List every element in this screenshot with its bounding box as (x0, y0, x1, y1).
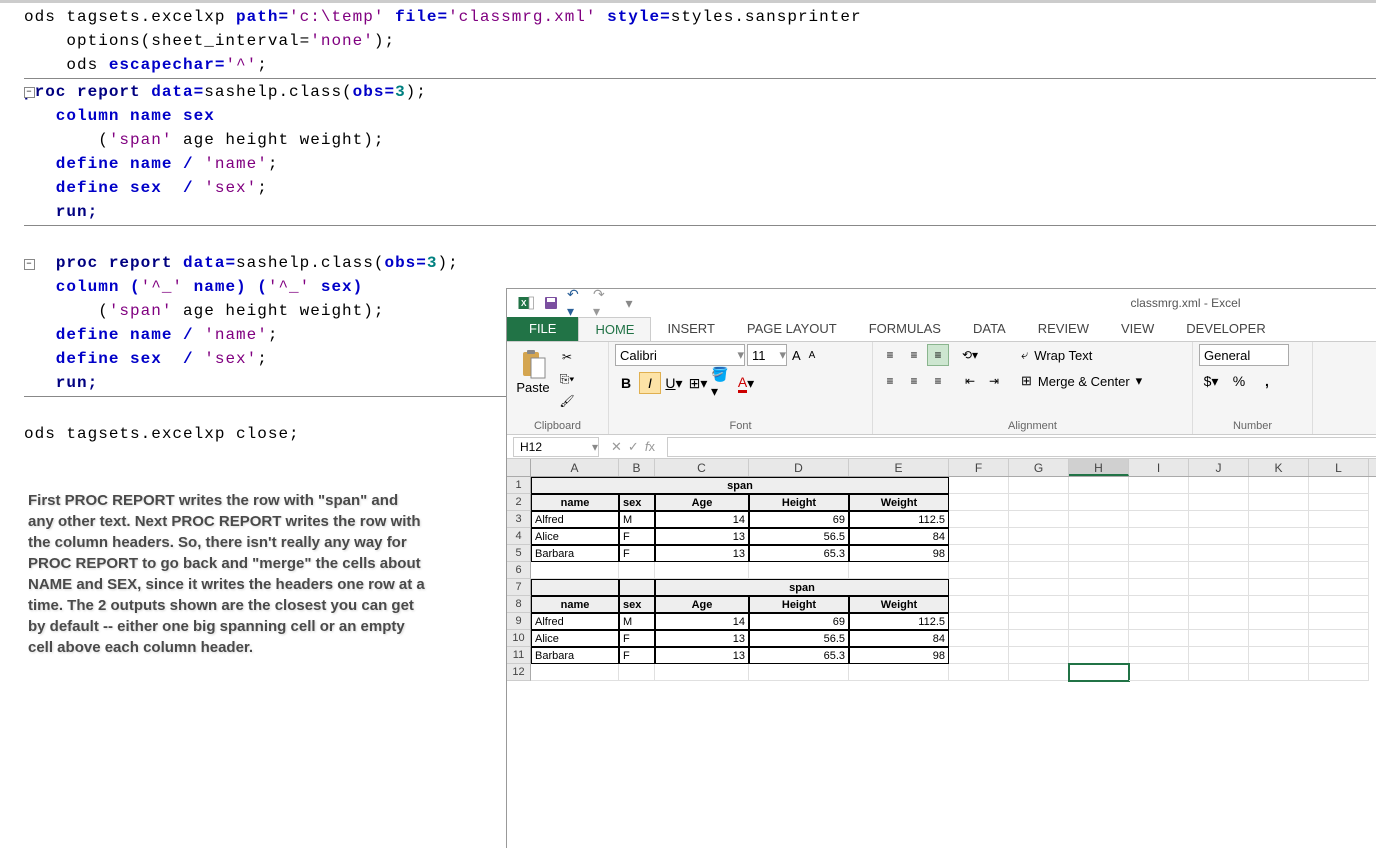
window-title: classmrg.xml - Excel (639, 296, 1376, 310)
wrap-text-button[interactable]: ⤶Wrap Text (1017, 344, 1146, 366)
tab-developer[interactable]: DEVELOPER (1170, 317, 1281, 341)
row-header[interactable]: 10 (507, 630, 531, 647)
select-all-corner[interactable] (507, 459, 531, 476)
tab-view[interactable]: VIEW (1105, 317, 1170, 341)
col-header[interactable]: G (1009, 459, 1069, 476)
decrease-indent-icon[interactable]: ⇤ (959, 370, 981, 392)
bold-button[interactable]: B (615, 372, 637, 394)
col-header[interactable]: J (1189, 459, 1249, 476)
col-header[interactable]: E (849, 459, 949, 476)
orientation-icon[interactable]: ⟲▾ (959, 344, 981, 366)
divider (24, 225, 1376, 226)
col-header[interactable]: I (1129, 459, 1189, 476)
fill-color-button[interactable]: 🪣▾ (711, 372, 733, 394)
formula-bar: H12▾ ✕ ✓ fx (507, 435, 1376, 459)
name-box[interactable]: H12▾ (513, 437, 599, 457)
save-icon[interactable] (541, 293, 561, 313)
align-right-icon[interactable]: ≡ (927, 370, 949, 392)
col-header[interactable]: H (1069, 459, 1129, 476)
span-header[interactable]: span (531, 477, 949, 494)
row-header[interactable]: 2 (507, 494, 531, 511)
row-header[interactable]: 8 (507, 596, 531, 613)
col-header[interactable]: D (749, 459, 849, 476)
svg-text:X: X (521, 299, 527, 308)
row-header[interactable]: 9 (507, 613, 531, 630)
paste-button[interactable]: Paste (513, 344, 553, 395)
code-text: ods tagsets.excelxp (24, 8, 236, 26)
excel-window: X ↶ ▾ ↷ ▾ ▾ classmrg.xml - Excel FILE HO… (506, 288, 1376, 848)
tab-review[interactable]: REVIEW (1022, 317, 1105, 341)
increase-font-icon[interactable]: A (789, 348, 804, 363)
underline-button[interactable]: U▾ (663, 372, 685, 394)
ribbon-tabs: FILE HOME INSERT PAGE LAYOUT FORMULAS DA… (507, 317, 1376, 341)
ribbon: Paste ✂ ⎘▾ 🖌 Clipboard Calibri▾ 11▾ A A (507, 341, 1376, 435)
col-header[interactable]: F (949, 459, 1009, 476)
col-header[interactable]: K (1249, 459, 1309, 476)
row-header[interactable]: 4 (507, 528, 531, 545)
percent-icon[interactable]: % (1227, 370, 1251, 392)
undo-button[interactable]: ↶ ▾ (567, 293, 587, 313)
border-button[interactable]: ⊞▾ (687, 372, 709, 394)
merge-icon: ⊞ (1021, 373, 1032, 389)
redo-button[interactable]: ↷ ▾ (593, 293, 613, 313)
formula-input[interactable] (667, 437, 1376, 457)
align-left-icon[interactable]: ≡ (879, 370, 901, 392)
wrap-text-icon: ⤶ (1021, 347, 1028, 363)
row-header[interactable]: 6 (507, 562, 531, 579)
col-header[interactable]: B (619, 459, 655, 476)
currency-icon[interactable]: $▾ (1199, 370, 1223, 392)
cancel-icon[interactable]: ✕ (611, 439, 622, 455)
align-bottom-icon[interactable]: ≡ (927, 344, 949, 366)
comma-icon[interactable]: , (1255, 370, 1279, 392)
decrease-font-icon[interactable]: A (806, 350, 819, 361)
col-header[interactable]: A (531, 459, 619, 476)
row-header[interactable]: 12 (507, 664, 531, 681)
align-center-icon[interactable]: ≡ (903, 370, 925, 392)
row-header[interactable]: 7 (507, 579, 531, 596)
divider (24, 78, 1376, 79)
cut-icon[interactable]: ✂ (557, 348, 577, 366)
qat-customize[interactable]: ▾ (619, 293, 639, 313)
align-middle-icon[interactable]: ≡ (903, 344, 925, 366)
font-color-button[interactable]: A▾ (735, 372, 757, 394)
row-header[interactable]: 11 (507, 647, 531, 664)
selected-cell[interactable] (1069, 664, 1129, 681)
fold-toggle[interactable]: − (24, 87, 35, 98)
copy-icon[interactable]: ⎘▾ (557, 370, 577, 388)
row-header[interactable]: 1 (507, 477, 531, 494)
row-header[interactable]: 5 (507, 545, 531, 562)
excel-app-icon: X (517, 294, 535, 312)
col-header[interactable]: L (1309, 459, 1369, 476)
excel-titlebar: X ↶ ▾ ↷ ▾ ▾ classmrg.xml - Excel (507, 289, 1376, 317)
explanation-text: First PROC REPORT writes the row with "s… (28, 490, 428, 658)
font-name-select[interactable]: Calibri▾ (615, 344, 745, 366)
tab-data[interactable]: DATA (957, 317, 1022, 341)
increase-indent-icon[interactable]: ⇥ (983, 370, 1005, 392)
fold-toggle[interactable]: − (24, 259, 35, 270)
tab-page-layout[interactable]: PAGE LAYOUT (731, 317, 853, 341)
italic-button[interactable]: I (639, 372, 661, 394)
align-top-icon[interactable]: ≡ (879, 344, 901, 366)
col-header[interactable]: C (655, 459, 749, 476)
number-format-select[interactable]: General (1199, 344, 1289, 366)
fx-icon[interactable]: fx (645, 439, 655, 455)
format-painter-icon[interactable]: 🖌 (557, 392, 577, 410)
spreadsheet-grid[interactable]: A B C D E F G H I J K L 1 span 2 name se… (507, 459, 1376, 681)
tab-home[interactable]: HOME (578, 317, 651, 341)
tab-formulas[interactable]: FORMULAS (853, 317, 957, 341)
merge-center-button[interactable]: ⊞Merge & Center ▾ (1017, 370, 1146, 392)
row-header[interactable]: 3 (507, 511, 531, 528)
font-size-select[interactable]: 11▾ (747, 344, 787, 366)
tab-insert[interactable]: INSERT (651, 317, 730, 341)
tab-file[interactable]: FILE (507, 317, 578, 341)
enter-icon[interactable]: ✓ (628, 439, 639, 455)
